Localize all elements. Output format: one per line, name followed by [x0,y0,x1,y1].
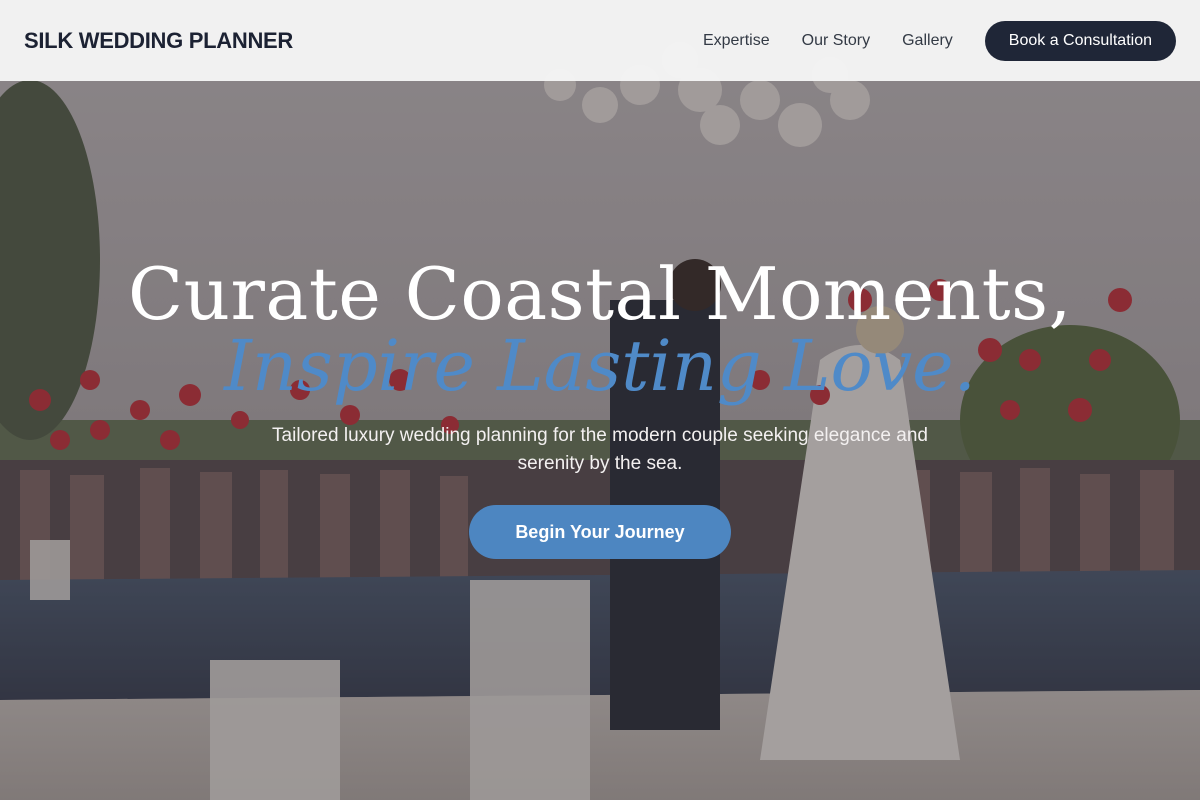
nav-link-gallery[interactable]: Gallery [902,32,953,50]
hero-headline-line2: Inspire Lasting Love. [224,325,976,407]
hero-section: Curate Coastal Moments, Inspire Lasting … [0,0,1200,800]
top-navbar: SILK WEDDING PLANNER Expertise Our Story… [0,0,1200,81]
hero-subtitle: Tailored luxury wedding planning for the… [272,425,928,474]
landing-page: SILK WEDDING PLANNER Expertise Our Story… [0,0,1200,800]
nav-link-expertise[interactable]: Expertise [703,32,770,50]
brand-logo-text[interactable]: SILK WEDDING PLANNER [24,28,293,54]
nav-menu: Expertise Our Story Gallery Book a Consu… [703,20,1176,61]
nav-link-our-story[interactable]: Our Story [802,32,870,50]
book-consultation-button[interactable]: Book a Consultation [984,20,1176,61]
begin-journey-button[interactable]: Begin Your Journey [469,505,731,559]
